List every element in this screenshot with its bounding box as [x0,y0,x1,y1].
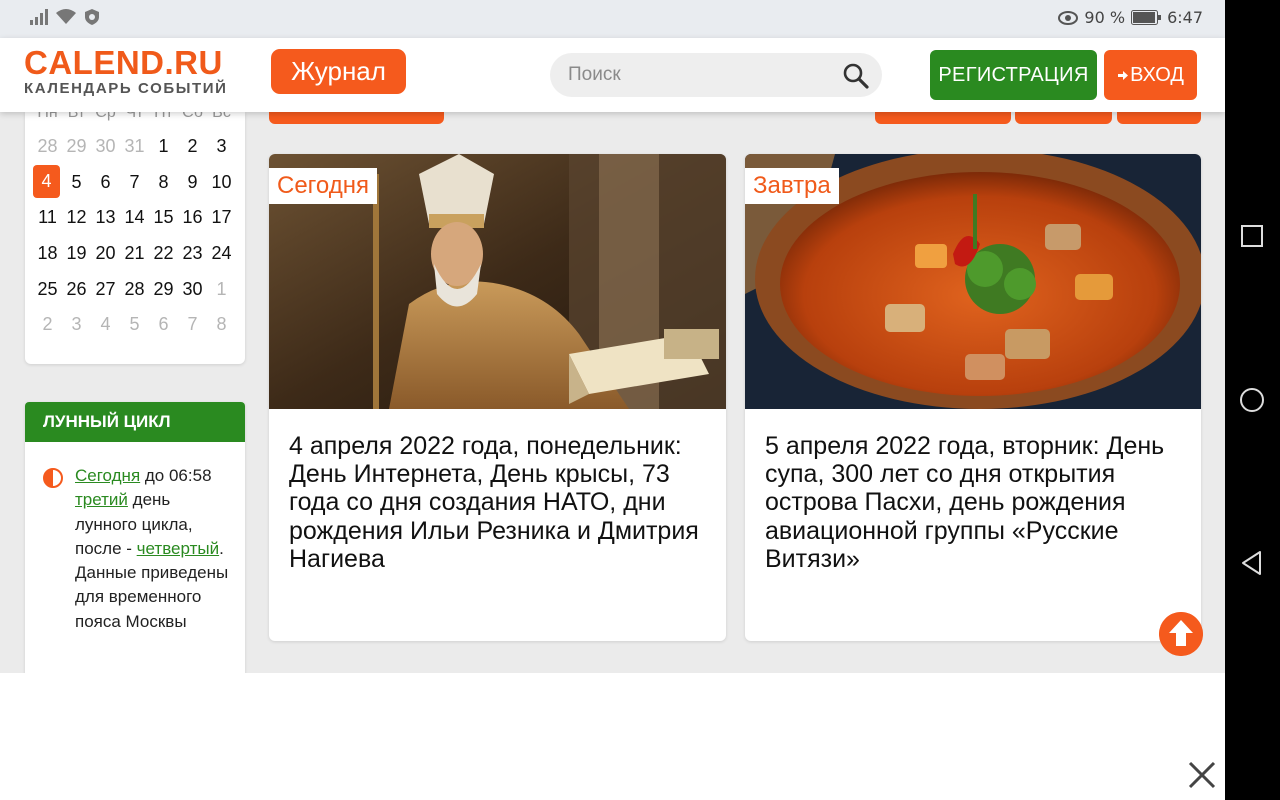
calendar-day[interactable]: 1 [207,275,236,303]
moon-phase-icon [43,468,63,488]
weekday-label: Сб [182,112,203,121]
weekday-label: Ср [95,112,116,121]
calendar-weekday-row: Пн Вт Ср Чт Пт Сб Вс [25,112,245,122]
logo-subtitle: КАЛЕНДАРЬ СОБЫТИЙ [24,80,228,97]
login-button[interactable]: ВХОД [1104,50,1197,100]
calendar-day[interactable]: 8 [149,168,178,196]
weekday-label: Пт [154,112,173,121]
calendar-day[interactable]: 8 [207,310,236,338]
third-day-link[interactable]: третий [75,490,128,509]
calendar-day[interactable]: 9 [178,168,207,196]
scrolled-button[interactable] [1117,112,1201,124]
calendar-day[interactable]: 24 [207,239,236,267]
login-label: ВХОД [1130,64,1184,86]
system-nav-bar [1225,0,1280,800]
news-card-today[interactable]: Сегодня 4 апреля 2022 года, понедельник:… [269,154,726,641]
search-icon[interactable] [842,62,870,90]
scrolled-button[interactable] [1015,112,1112,124]
back-icon[interactable] [1238,549,1266,577]
lunar-cycle-text: Сегодня до 06:58 третий день лунного цик… [75,464,235,634]
news-card-tomorrow[interactable]: Завтра 5 апреля 2022 года, вторник: День… [745,154,1201,641]
scrolled-button[interactable] [269,112,444,124]
calendar-day[interactable]: 13 [91,203,120,231]
logo-title: CALEND.RU [24,44,223,81]
weekday-label: Вс [212,112,231,121]
calendar-day[interactable]: 30 [91,132,120,160]
login-icon [1118,71,1129,80]
calendar-day[interactable]: 5 [120,310,149,338]
news-tag-today: Сегодня [269,168,377,204]
calendar-day[interactable]: 15 [149,203,178,231]
battery-icon [1131,10,1162,25]
calendar-day[interactable]: 30 [178,275,207,303]
calendar-day[interactable]: 26 [62,275,91,303]
calendar-day[interactable]: 3 [207,132,236,160]
news-tag-tomorrow: Завтра [745,168,839,204]
calendar-day[interactable]: 2 [178,132,207,160]
calendar-day[interactable]: 20 [91,239,120,267]
news-title-tomorrow[interactable]: 5 апреля 2022 года, вторник: День супа, … [765,432,1185,573]
calendar-day[interactable]: 6 [91,168,120,196]
status-left-icons [30,9,100,25]
wifi-icon [56,9,76,24]
weekday-label: Вт [67,112,86,121]
fourth-day-link[interactable]: четвертый [137,539,219,558]
calendar-day[interactable]: 17 [207,203,236,231]
status-bar: 90 % 6:47 [0,0,1225,38]
register-button[interactable]: РЕГИСТРАЦИЯ [930,50,1097,100]
search-bar [550,53,882,97]
calendar-day[interactable]: 7 [120,168,149,196]
search-input[interactable] [568,53,828,97]
signal-icon [30,9,48,25]
weekday-label: Пн [37,112,58,121]
calendar-day[interactable]: 23 [178,239,207,267]
calendar-day[interactable]: 31 [120,132,149,160]
calendar-day[interactable]: 16 [178,203,207,231]
ad-banner [0,673,1225,800]
calendar-day[interactable]: 27 [91,275,120,303]
calendar-day[interactable]: 28 [120,275,149,303]
calendar-day[interactable]: 7 [178,310,207,338]
scrolled-button[interactable] [875,112,1011,124]
calendar-grid: 28 29 30 31 1 2 3 4 5 6 7 8 9 10 11 12 13 14 15 16 17 18 19 20 2… [33,132,236,346]
scroll-top-button[interactable] [1159,612,1203,656]
calendar-day[interactable]: 22 [149,239,178,267]
calendar-day[interactable]: 2 [33,310,62,338]
weekday-label: Чт [125,112,144,121]
calendar-day[interactable]: 4 [91,310,120,338]
calendar-day-today[interactable]: 4 [33,164,60,198]
calendar-day[interactable]: 1 [149,132,178,160]
lunar-cycle-title: ЛУННЫЙ ЦИКЛ [25,402,245,442]
calendar-day[interactable]: 25 [33,275,62,303]
calendar-day[interactable]: 3 [62,310,91,338]
calendar-day[interactable]: 14 [120,203,149,231]
recent-apps-icon[interactable] [1238,222,1266,250]
calendar-day[interactable]: 10 [207,168,236,196]
calendar-day[interactable]: 19 [62,239,91,267]
close-icon[interactable] [1186,759,1218,791]
battery-percent: 90 % [1084,8,1126,27]
calendar-widget: Пн Вт Ср Чт Пт Сб Вс 28 29 30 31 1 2 3 4 5 6 7 8 9 10 11 12 13… [25,112,245,364]
until-text: до 06:58 [140,466,212,485]
clock: 6:47 [1167,8,1203,27]
journal-button[interactable]: Журнал [271,49,406,94]
calendar-day[interactable]: 12 [62,203,91,231]
logo[interactable]: CALEND.RU КАЛЕНДАРЬ СОБЫТИЙ [24,46,228,98]
calendar-day[interactable]: 6 [149,310,178,338]
calendar-day[interactable]: 29 [62,132,91,160]
status-right: 90 % 6:47 [1058,8,1203,27]
shield-icon [85,9,99,25]
eye-comfort-icon [1058,10,1079,25]
calendar-day[interactable]: 28 [33,132,62,160]
site-header: CALEND.RU КАЛЕНДАРЬ СОБЫТИЙ Журнал РЕГИС… [0,38,1225,112]
calendar-day[interactable]: 18 [33,239,62,267]
calendar-day[interactable]: 29 [149,275,178,303]
calendar-day[interactable]: 11 [33,203,62,231]
calendar-day[interactable]: 21 [120,239,149,267]
lunar-cycle-widget: ЛУННЫЙ ЦИКЛ Сегодня до 06:58 третий день… [25,402,245,674]
home-icon[interactable] [1238,386,1266,414]
calendar-day[interactable]: 5 [62,168,91,196]
today-link[interactable]: Сегодня [75,466,140,485]
news-title-today[interactable]: 4 апреля 2022 года, понедельник: День Ин… [289,432,709,573]
